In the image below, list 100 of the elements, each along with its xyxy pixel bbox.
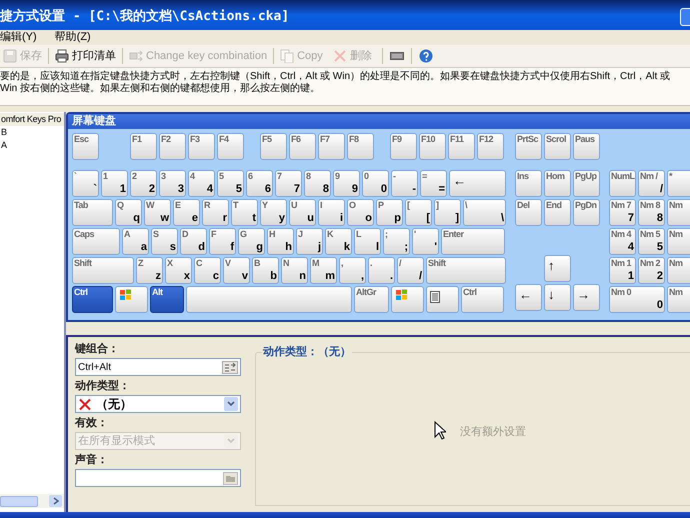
keyboard-key[interactable]: E e (173, 199, 200, 226)
horizontal-scrollbar[interactable] (0, 494, 64, 508)
keyboard-key[interactable]: ↑ (544, 255, 571, 282)
keyboard-key[interactable]: ` ` (72, 170, 99, 197)
keyboard-key[interactable]: * (667, 170, 690, 197)
file-field[interactable] (75, 469, 241, 487)
keyboard-key[interactable]: Nm (667, 257, 690, 284)
keyboard-key[interactable]: Nm 5 5 (638, 228, 665, 255)
keyboard-key[interactable]: F4 (217, 133, 244, 160)
keyboard-key[interactable]: F11 (448, 133, 475, 160)
keyboard-key[interactable]: 8 8 (304, 170, 331, 197)
keyboard-key[interactable]: U u (289, 199, 316, 226)
keyboard-key[interactable]: S s (151, 228, 178, 255)
keyboard-key[interactable]: G g (238, 228, 265, 255)
keyboard-key[interactable]: Nm 7 7 (609, 199, 636, 226)
keyboard-key[interactable]: Y y (260, 199, 287, 226)
keyboard-key[interactable]: 4 4 (188, 170, 215, 197)
keyboard-key[interactable]: P p (376, 199, 403, 226)
keyboard-key[interactable]: ← (515, 284, 542, 311)
keyboard-key[interactable]: F3 (188, 133, 215, 160)
scrollbar-thumb[interactable] (0, 496, 38, 506)
keyboard-key[interactable]: ; ; (383, 228, 410, 255)
keyboard-key[interactable]: 1 1 (101, 170, 128, 197)
tree-item[interactable]: omfort Keys Pro (0, 113, 64, 126)
keyboard-key[interactable]: R r (202, 199, 229, 226)
keyboard-key[interactable]: = = (420, 170, 447, 197)
keyboard-key[interactable]: V v (223, 257, 250, 284)
keyboard-key[interactable]: K k (325, 228, 352, 255)
keyboard-key[interactable] (426, 286, 459, 313)
keyboard-key[interactable]: N n (281, 257, 308, 284)
keyboard-key[interactable]: Nm (667, 228, 690, 255)
keyboard-key[interactable]: X x (165, 257, 192, 284)
keyboard-key[interactable]: 7 7 (275, 170, 302, 197)
keyboard-key[interactable]: O o (347, 199, 374, 226)
keyboard-key[interactable]: Alt (150, 286, 184, 313)
keyboard-key[interactable]: 3 3 (159, 170, 186, 197)
keyboard-key[interactable]: ] ] (434, 199, 461, 226)
keyboard-key[interactable]: F12 (477, 133, 504, 160)
keyboard-key[interactable]: Z z (136, 257, 163, 284)
keyboard-key[interactable]: F1 (130, 133, 157, 160)
window-control-button[interactable] (680, 8, 690, 26)
keyboard-key[interactable]: F9 (390, 133, 417, 160)
keyboard-key[interactable]: F f (209, 228, 236, 255)
keyboard-key[interactable]: Nm / / (638, 170, 665, 197)
keyboard-key[interactable]: F2 (159, 133, 186, 160)
keyboard-key[interactable]: ↓ (544, 284, 571, 311)
keyboard-key[interactable]: Ctrl (461, 286, 504, 313)
keyboard-key[interactable]: Shift (426, 257, 506, 284)
keyboard-key[interactable]: NumL (609, 170, 636, 197)
menu-item[interactable]: 编辑(Y) (0, 32, 37, 43)
keyboard-key[interactable]: B b (252, 257, 279, 284)
keyboard-key[interactable]: A a (122, 228, 149, 255)
keyboard-key[interactable]: Nm 8 8 (638, 199, 665, 226)
keyboard-key[interactable]: End (544, 199, 571, 226)
menu-item[interactable]: 帮助(Z) (54, 32, 91, 43)
keyboard-key[interactable]: Scrol (544, 133, 571, 160)
keyboard-key[interactable]: Del (515, 199, 542, 226)
keyboard-key[interactable]: - - (391, 170, 418, 197)
keyboard-key[interactable]: [ [ (405, 199, 432, 226)
keyboard-key[interactable]: F10 (419, 133, 446, 160)
keyboard-key[interactable]: F5 (260, 133, 287, 160)
toolbar-button[interactable]: 打印清单 (52, 46, 119, 66)
keyboard-key[interactable]: 5 5 (217, 170, 244, 197)
keyboard-key[interactable]: Nm 1 1 (609, 257, 636, 284)
keyboard-key[interactable]: Hom (544, 170, 571, 197)
keyboard-key[interactable]: Nm 0 0 (609, 286, 665, 313)
keyboard-key[interactable] (391, 286, 424, 313)
keyboard-key[interactable]: F8 (347, 133, 374, 160)
keyboard-key[interactable]: Nm 2 2 (638, 257, 665, 284)
keyboard-key[interactable]: L l (354, 228, 381, 255)
keyboard-key[interactable]: Paus (573, 133, 600, 160)
keyboard-key[interactable]: Nm 4 4 (609, 228, 636, 255)
keyboard-key[interactable]: Q q (115, 199, 142, 226)
keyboard-key[interactable]: Nm (667, 199, 690, 226)
keyboard-key[interactable]: → (573, 284, 600, 311)
keyboard-key[interactable]: C c (194, 257, 221, 284)
keyboard-key[interactable]: ← (449, 170, 506, 197)
keyboard-key[interactable]: Ins (515, 170, 542, 197)
keyboard-key[interactable]: M m (310, 257, 337, 284)
keyboard-key[interactable]: 6 6 (246, 170, 273, 197)
keyboard-key[interactable]: PgUp (573, 170, 600, 197)
keyboard-key[interactable]: W w (144, 199, 171, 226)
keyboard-key[interactable]: \ \ (463, 199, 506, 226)
keyboard-key[interactable]: I i (318, 199, 345, 226)
keyboard-key[interactable]: 9 9 (333, 170, 360, 197)
keyboard-key[interactable]: AltGr (354, 286, 389, 313)
hotkey-field[interactable]: Ctrl+Alt (75, 358, 241, 376)
keyboard-key[interactable]: T t (231, 199, 258, 226)
keyboard-key[interactable]: , , (339, 257, 366, 284)
keyboard-key[interactable]: Esc (72, 133, 99, 160)
keyboard-key[interactable]: J j (296, 228, 323, 255)
keyboard-key[interactable]: F6 (289, 133, 316, 160)
keyboard-key[interactable]: D d (180, 228, 207, 255)
keyboard-key[interactable]: PrtSc (515, 133, 542, 160)
keyboard-key[interactable]: / / (397, 257, 424, 284)
dropdown[interactable]: （无） (75, 395, 241, 413)
scroll-right-button[interactable] (49, 495, 62, 507)
keyboard-key[interactable]: Enter (441, 228, 505, 255)
keyboard-key[interactable]: Shift (72, 257, 134, 284)
keyboard-key[interactable]: . . (368, 257, 395, 284)
